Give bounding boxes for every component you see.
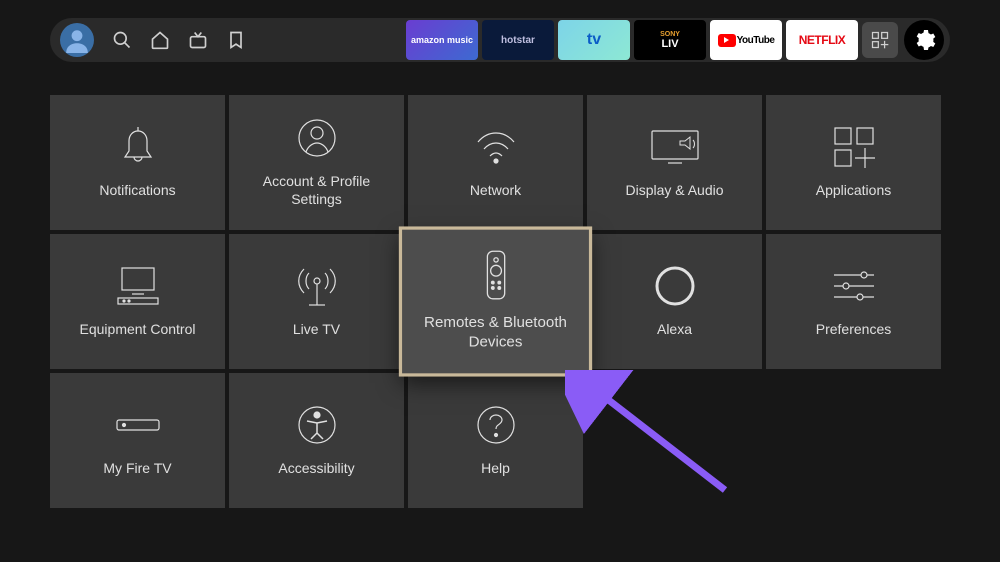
search-button[interactable] (112, 30, 132, 50)
tile-label: Preferences (816, 321, 891, 339)
search-icon (112, 30, 132, 50)
apps-grid-icon (870, 30, 890, 50)
sonyliv-logo: SONY LIV (660, 31, 680, 50)
app-amazon-music[interactable]: amazon music (406, 20, 478, 60)
app-label: tv (587, 31, 601, 49)
tile-network[interactable]: Network (408, 95, 583, 230)
tile-label: Notifications (99, 182, 175, 200)
bell-icon (120, 126, 156, 168)
remote-icon (483, 252, 509, 297)
applications-icon (833, 126, 875, 168)
app-hotstar[interactable]: hotstar (482, 20, 554, 60)
profile-button[interactable] (60, 23, 94, 57)
tile-label: Accessibility (278, 460, 354, 478)
wifi-icon (474, 126, 518, 168)
tile-display-audio[interactable]: Display & Audio (587, 95, 762, 230)
tile-label: Equipment Control (80, 321, 196, 339)
settings-grid: Notifications Account & Profile Settings… (50, 95, 941, 508)
antenna-icon (297, 265, 337, 307)
app-label: hotstar (501, 35, 535, 46)
profile-circle-icon (297, 117, 337, 159)
equipment-icon (116, 265, 160, 307)
bookmark-icon (226, 30, 246, 50)
tile-label: Display & Audio (625, 182, 723, 200)
tile-alexa[interactable]: Alexa (587, 234, 762, 369)
tile-label: Applications (816, 182, 892, 200)
tile-live-tv[interactable]: Live TV (229, 234, 404, 369)
all-apps-button[interactable] (862, 22, 898, 58)
app-label: amazon music (411, 36, 473, 45)
profile-icon (64, 27, 90, 53)
tile-label: Live TV (293, 321, 340, 339)
tile-equipment-control[interactable]: Equipment Control (50, 234, 225, 369)
bookmark-button[interactable] (226, 30, 246, 50)
tile-accessibility[interactable]: Accessibility (229, 373, 404, 508)
firetv-device-icon (115, 404, 161, 446)
home-button[interactable] (150, 30, 170, 50)
top-navigation-bar: amazon music hotstar tv SONY LIV YouTube… (50, 18, 950, 62)
sliders-icon (832, 265, 876, 307)
tile-preferences[interactable]: Preferences (766, 234, 941, 369)
tile-label: Alexa (657, 321, 692, 339)
tile-remotes-bluetooth[interactable]: Remotes & Bluetooth Devices (401, 229, 590, 375)
app-youtube[interactable]: YouTube (710, 20, 782, 60)
help-icon (476, 404, 516, 446)
youtube-logo: YouTube (718, 34, 775, 47)
accessibility-icon (297, 404, 337, 446)
tile-my-fire-tv[interactable]: My Fire TV (50, 373, 225, 508)
app-sonyliv[interactable]: SONY LIV (634, 20, 706, 60)
home-icon (150, 30, 170, 50)
settings-button[interactable] (904, 20, 944, 60)
tile-label: My Fire TV (103, 460, 171, 478)
display-audio-icon (650, 126, 700, 168)
tile-label: Help (481, 460, 510, 478)
tile-label: Network (470, 182, 521, 200)
app-label: NETFLIX (799, 33, 846, 47)
tile-applications[interactable]: Applications (766, 95, 941, 230)
tile-label: Account & Profile Settings (237, 173, 396, 208)
alexa-icon (655, 265, 695, 307)
tile-help[interactable]: Help (408, 373, 583, 508)
tile-label: Remotes & Bluetooth Devices (410, 313, 582, 351)
tv-icon (188, 30, 208, 50)
gear-icon (912, 28, 936, 52)
tile-account-profile[interactable]: Account & Profile Settings (229, 95, 404, 230)
live-button[interactable] (188, 30, 208, 50)
top-nav-left-group (56, 23, 246, 57)
top-app-row: amazon music hotstar tv SONY LIV YouTube… (406, 20, 944, 60)
app-netflix[interactable]: NETFLIX (786, 20, 858, 60)
tile-notifications[interactable]: Notifications (50, 95, 225, 230)
app-tv[interactable]: tv (558, 20, 630, 60)
